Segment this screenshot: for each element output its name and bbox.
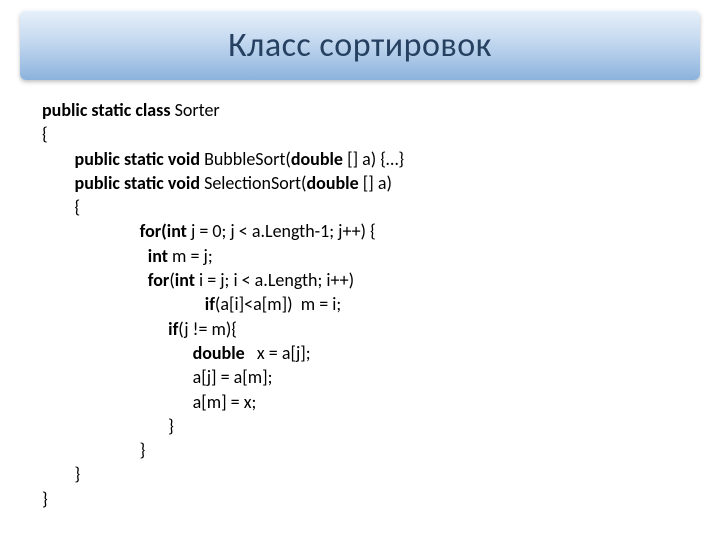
t-brace-close-4: } — [42, 488, 48, 510]
kw-if-2: if — [42, 318, 178, 340]
kw-psv-2: public static void — [42, 172, 204, 194]
kw-int-i: int — [175, 269, 199, 291]
kw-double-2: double — [307, 172, 363, 194]
t-brace-open: { — [42, 123, 48, 145]
t-brace-close-1: } — [42, 415, 174, 437]
kw-for-int-1: for(int — [42, 220, 191, 242]
kw-if-1: if — [42, 293, 215, 315]
slide-title: Класс сортировок — [228, 25, 492, 66]
kw-int-m: int — [42, 245, 172, 267]
t-sorter: Sorter — [175, 99, 220, 121]
t-for-i: i = j; i < a.Length; i++) — [199, 269, 354, 291]
kw-double-x: double — [42, 342, 257, 364]
t-brace-open-2: { — [42, 196, 80, 218]
title-bar: Класс сортировок — [20, 10, 700, 80]
t-selectionsort: SelectionSort( — [204, 172, 306, 194]
t-arr-a-2: [] a) — [363, 172, 392, 194]
t-brace-close-3: } — [42, 463, 80, 485]
kw-for-2: for — [42, 269, 169, 291]
t-for-j: j = 0; j < a.Length-1; j++) { — [191, 220, 376, 242]
t-if-cmp: (a[i]<a[m]) m = i; — [215, 293, 341, 315]
kw-public-static-class: public static class — [42, 99, 175, 121]
kw-psv-1: public static void — [42, 148, 204, 170]
kw-double-1: double — [291, 148, 347, 170]
code-block: public static class Sorter { public stat… — [42, 98, 720, 511]
t-am-x: a[m] = x; — [42, 391, 256, 413]
t-brace-close-2: } — [42, 439, 145, 461]
t-m-eq-j: m = j; — [172, 245, 213, 267]
slide: Класс сортировок public static class Sor… — [0, 10, 720, 540]
t-aj-am: a[j] = a[m]; — [42, 366, 273, 388]
t-arr-a-1: [] a) {…} — [347, 148, 404, 170]
t-x-eq: x = a[j]; — [257, 342, 311, 364]
t-bubblesort: BubbleSort( — [204, 148, 291, 170]
t-if-jm: (j != m){ — [178, 318, 237, 340]
